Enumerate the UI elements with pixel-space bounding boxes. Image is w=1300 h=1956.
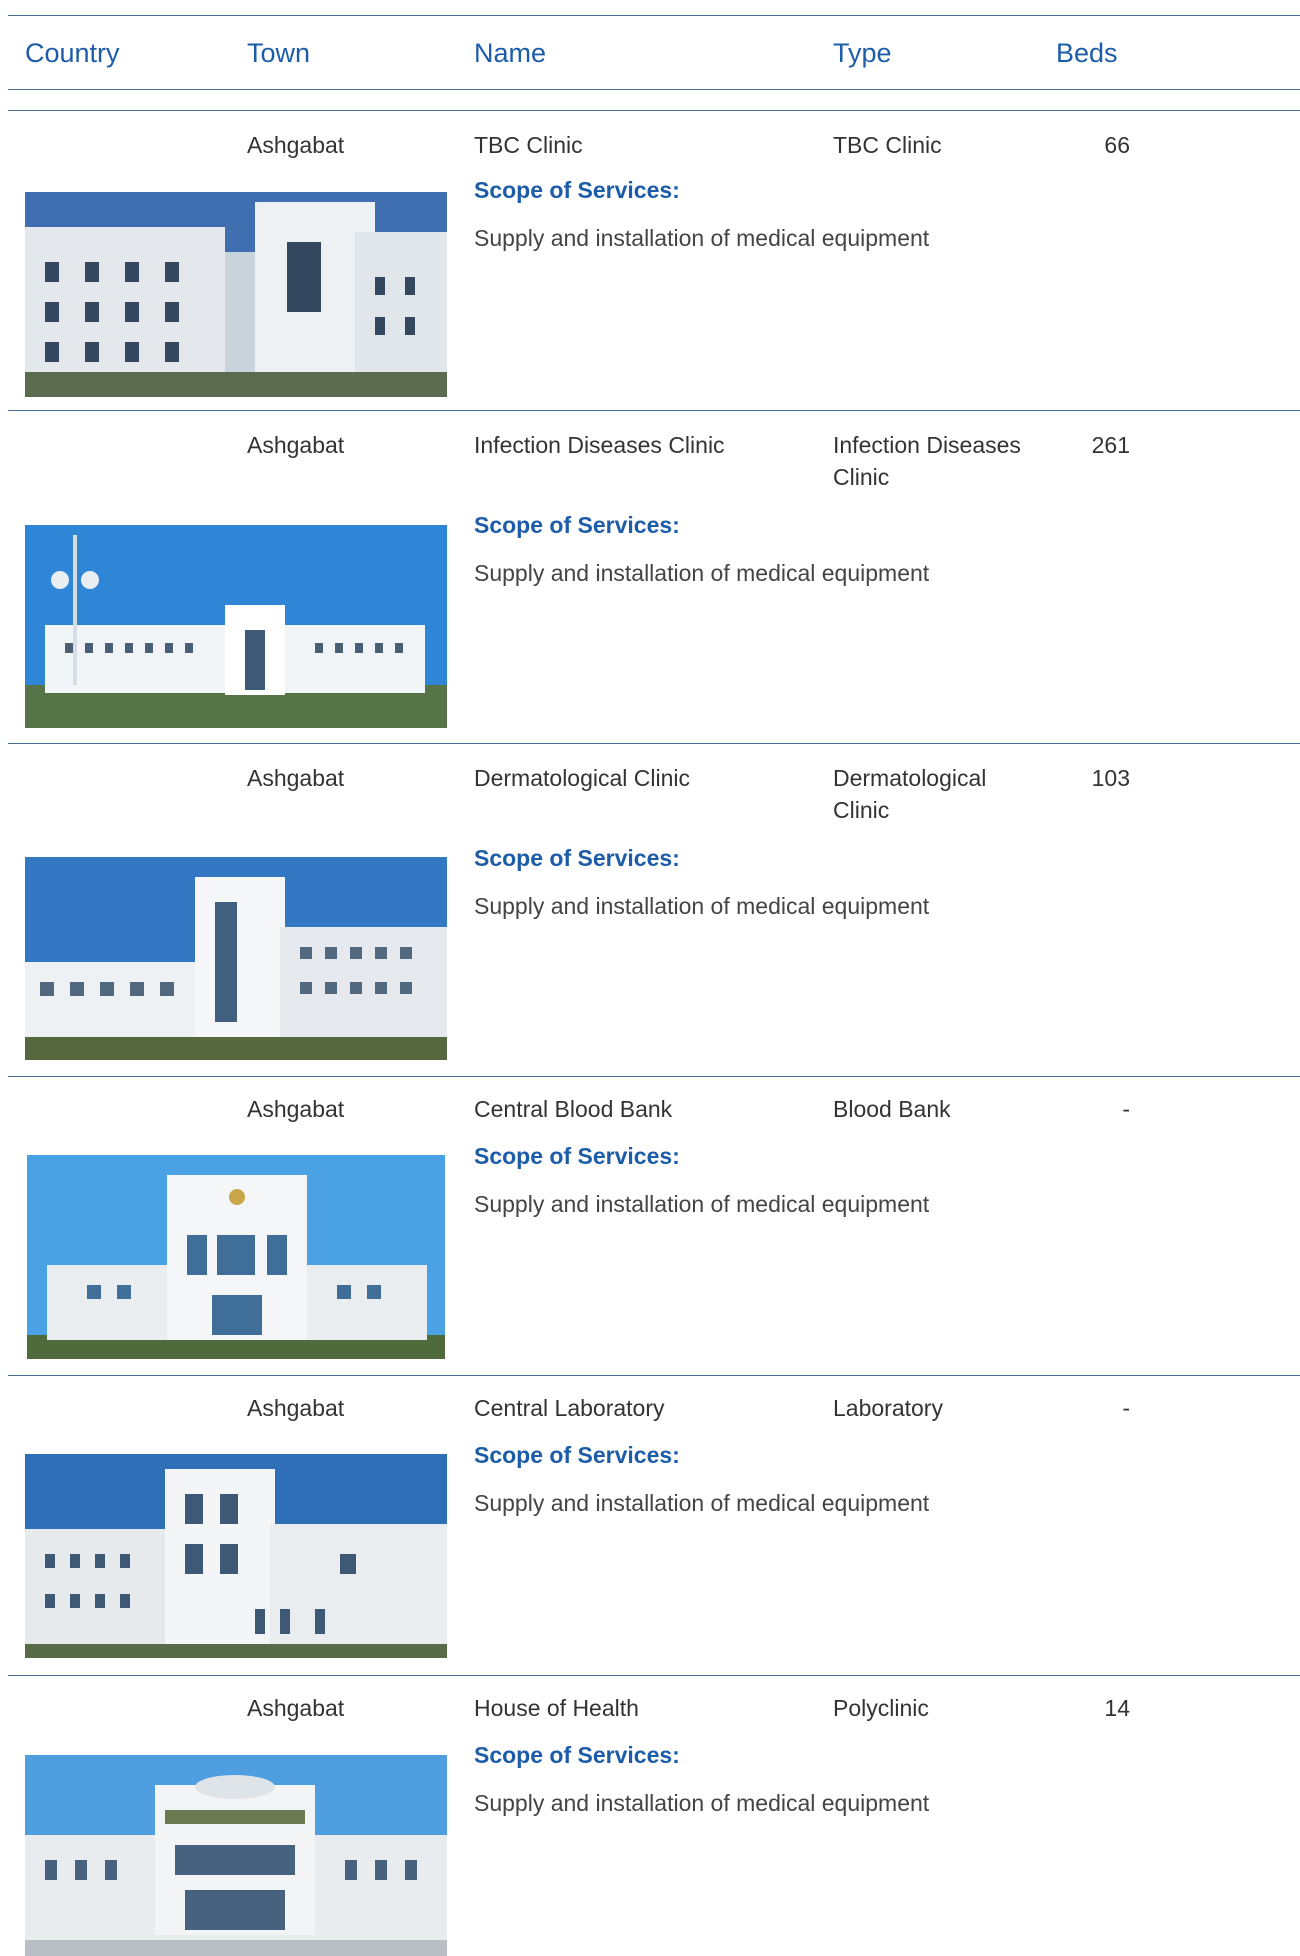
cell-beds: -	[1122, 1096, 1130, 1122]
cell-beds: -	[1122, 1395, 1130, 1421]
project-list-page: Country Town Name Type Beds Ashgabat TBC…	[0, 0, 1300, 1956]
cell-beds: 261	[1091, 432, 1130, 458]
scope-text: Supply and installation of medical equip…	[474, 893, 930, 919]
table-row: Ashgabat TBC Clinic TBC Clinic 66 Scope …	[0, 110, 1300, 410]
header-bottom-rule	[8, 89, 1300, 90]
table-row: Ashgabat Dermatological Clinic Dermatolo…	[0, 743, 1300, 1076]
table-row: Ashgabat Central Blood Bank Blood Bank -…	[0, 1076, 1300, 1375]
building-photo	[27, 1155, 445, 1359]
scope-label: Scope of Services:	[474, 845, 680, 871]
building-photo	[25, 857, 447, 1060]
cell-name: Central Blood Bank	[474, 1096, 673, 1122]
table-row: Ashgabat Infection Diseases Clinic Infec…	[0, 410, 1300, 743]
cell-town: Ashgabat	[247, 765, 345, 791]
cell-name: Infection Diseases Clinic	[474, 432, 725, 458]
column-header-country: Country	[25, 38, 120, 68]
column-header-type: Type	[833, 38, 892, 68]
column-header-town: Town	[247, 38, 311, 68]
cell-type: TBC Clinic	[833, 132, 942, 158]
cell-town: Ashgabat	[247, 432, 345, 458]
column-header-beds: Beds	[1056, 38, 1118, 68]
table-row: Ashgabat Central Laboratory Laboratory -	[0, 1375, 1300, 1675]
table-header: Country Town Name Type Beds	[0, 15, 1300, 90]
scope-text: Supply and installation of medical equip…	[474, 1790, 930, 1816]
scope-label: Scope of Services:	[474, 1442, 680, 1468]
cell-name: Central Laboratory	[474, 1395, 665, 1421]
cell-town: Ashgabat	[247, 1395, 345, 1421]
cell-type: Polyclinic	[833, 1695, 929, 1721]
cell-beds: 66	[1104, 132, 1130, 158]
building-photo	[25, 1755, 447, 1956]
scope-label: Scope of Services:	[474, 512, 680, 538]
cell-town: Ashgabat	[247, 132, 345, 158]
cell-town: Ashgabat	[247, 1096, 345, 1122]
scope-text: Supply and installation of medical equip…	[474, 560, 930, 586]
cell-type: Dermatological Clinic	[833, 765, 987, 823]
cell-town: Ashgabat	[247, 1695, 345, 1721]
cell-name: TBC Clinic	[474, 132, 583, 158]
scope-text: Supply and installation of medical equip…	[474, 1490, 930, 1516]
cell-type: Laboratory	[833, 1395, 943, 1421]
building-photo	[25, 192, 447, 397]
cell-beds: 103	[1091, 765, 1130, 791]
scope-label: Scope of Services:	[474, 1742, 680, 1768]
column-header-name: Name	[474, 38, 547, 68]
cell-name: Dermatological Clinic	[474, 765, 691, 791]
building-photo	[25, 525, 447, 728]
building-photo	[25, 1454, 447, 1658]
scope-text: Supply and installation of medical equip…	[474, 1191, 930, 1217]
scope-label: Scope of Services:	[474, 177, 680, 203]
cell-beds: 14	[1104, 1695, 1130, 1721]
cell-name: House of Health	[474, 1695, 639, 1721]
cell-type: Infection Diseases Clinic	[833, 432, 1021, 490]
scope-text: Supply and installation of medical equip…	[474, 225, 930, 251]
scope-label: Scope of Services:	[474, 1143, 680, 1169]
cell-type: Blood Bank	[833, 1096, 951, 1122]
table-row: Ashgabat House of Health Polyclinic 14 S…	[0, 1675, 1300, 1956]
